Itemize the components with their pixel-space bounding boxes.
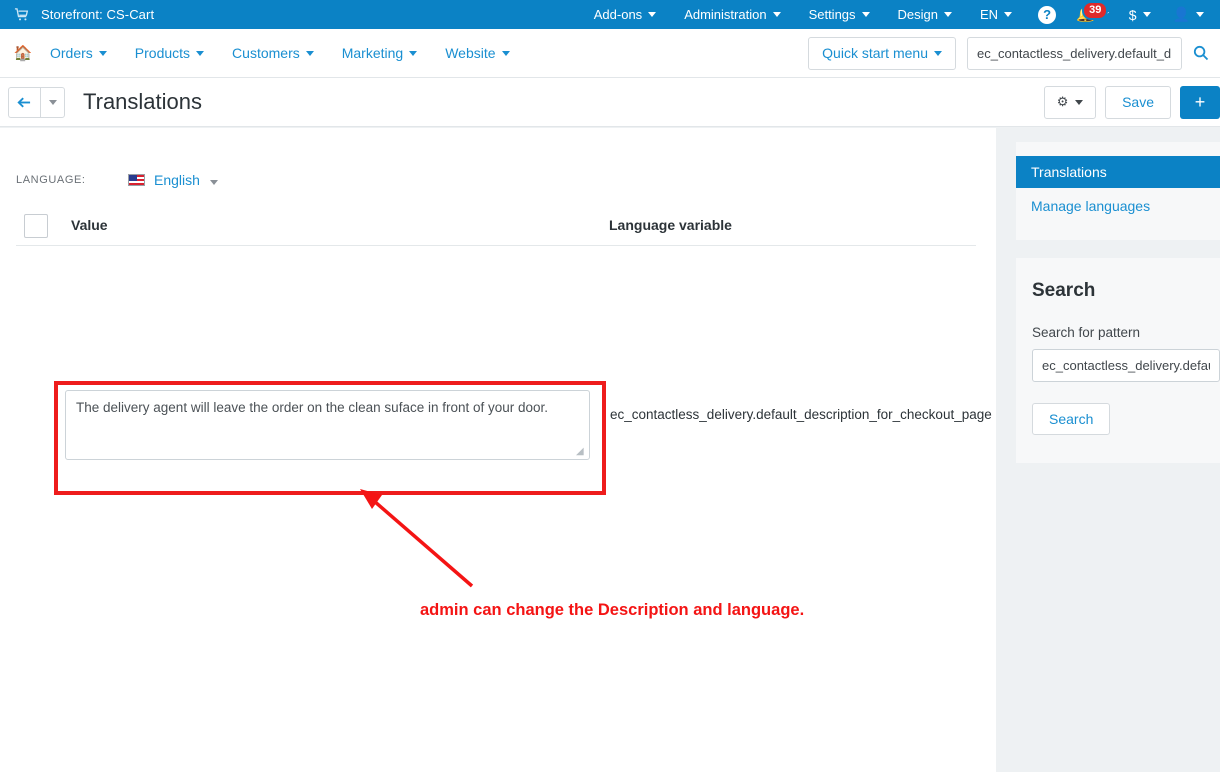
currency-symbol: $ — [1128, 6, 1137, 23]
page-actions: ⚙ Save + — [1044, 78, 1220, 127]
nav-item-marketing-label: Marketing — [341, 45, 404, 61]
global-search-input[interactable]: ec_contactless_delivery.default_d — [967, 36, 1182, 70]
help-icon[interactable]: ? — [1038, 5, 1057, 24]
navigation-right-group: Quick start menu ec_contactless_delivery… — [808, 36, 1220, 70]
nav-item-products[interactable]: Products — [121, 29, 218, 77]
search-pattern-label: Search for pattern — [1032, 325, 1141, 340]
chevron-down-icon — [196, 50, 205, 56]
top-menu-design[interactable]: Design — [884, 0, 966, 29]
chevron-down-icon — [934, 50, 942, 56]
nav-item-orders-label: Orders — [50, 45, 93, 61]
chevron-down-icon — [772, 12, 781, 17]
nav-item-customers[interactable]: Customers — [218, 29, 328, 77]
currency-selector[interactable]: $ — [1115, 7, 1161, 23]
user-icon: 👤 — [1172, 6, 1190, 22]
app-root: Storefront: CS-Cart Add-ons Administrati… — [0, 0, 1220, 772]
search-panel-title: Search — [1032, 280, 1096, 301]
chevron-down-icon — [501, 50, 510, 56]
chevron-down-icon — [1196, 12, 1204, 17]
page-title: Translations — [83, 89, 203, 114]
right-sidebar: Translations Manage languages Search Sea… — [1016, 128, 1220, 772]
top-bar: Storefront: CS-Cart Add-ons Administrati… — [0, 0, 1220, 29]
storefront-name: Storefront: CS-Cart — [41, 7, 155, 22]
language-selector-row: LANGUAGE: English — [0, 172, 996, 188]
main-content: LANGUAGE: English Value Language variabl… — [0, 128, 996, 772]
settings-dropdown-button[interactable]: ⚙ — [1044, 85, 1097, 119]
chevron-down-icon — [1075, 99, 1084, 105]
column-header-language-variable: Language variable — [609, 217, 732, 233]
translation-value-input[interactable] — [65, 390, 590, 460]
annotation-arrow — [360, 489, 474, 588]
chevron-down-icon — [305, 50, 314, 56]
top-bar-right-group: Add-ons Administration Settings Design E… — [580, 0, 1220, 29]
gear-icon: ⚙ — [1056, 94, 1069, 109]
chevron-down-icon — [861, 12, 870, 17]
top-menu-settings-label: Settings — [808, 7, 856, 22]
top-menu-design-label: Design — [897, 7, 939, 22]
sidebar-item-translations[interactable]: Translations — [1016, 156, 1220, 188]
top-menu-administration[interactable]: Administration — [670, 0, 794, 29]
back-button[interactable] — [8, 86, 40, 118]
chevron-down-icon — [409, 50, 418, 56]
sidebar-nav-panel: Translations Manage languages — [1016, 142, 1220, 240]
us-flag-icon — [128, 174, 145, 186]
language-value[interactable]: English — [154, 172, 218, 188]
notifications-button[interactable]: 🔔 39 — [1066, 1, 1115, 22]
quick-start-menu-label: Quick start menu — [822, 45, 928, 61]
nav-item-products-label: Products — [134, 45, 191, 61]
chevron-down-icon — [648, 12, 657, 17]
column-header-value: Value — [71, 217, 108, 233]
search-submit-button[interactable]: Search — [1032, 403, 1111, 435]
nav-item-website[interactable]: Website — [431, 29, 523, 77]
top-menu-administration-label: Administration — [684, 7, 767, 22]
nav-item-orders[interactable]: Orders — [36, 29, 121, 77]
notification-badge: 39 — [1082, 1, 1109, 21]
search-icon[interactable] — [1182, 45, 1220, 61]
top-menu-add-ons[interactable]: Add-ons — [580, 0, 670, 29]
nav-item-marketing[interactable]: Marketing — [328, 29, 431, 77]
language-value-label: English — [154, 172, 200, 188]
sidebar-item-manage-languages[interactable]: Manage languages — [1016, 188, 1220, 222]
language-variable-value: ec_contactless_delivery.default_descript… — [610, 407, 992, 422]
page-title-bar: Translations ⚙ Save + — [0, 78, 1220, 127]
translations-table-header: Value Language variable — [16, 214, 976, 246]
user-menu[interactable]: 👤 — [1161, 6, 1220, 23]
main-navigation-bar: 🏠 Orders Products Customers Marketing We… — [0, 29, 1220, 78]
select-all-checkbox[interactable] — [24, 214, 48, 238]
chevron-down-icon — [98, 50, 107, 56]
chevron-down-icon — [944, 12, 953, 17]
chevron-down-icon — [1004, 12, 1013, 17]
shopping-cart-icon — [12, 6, 30, 24]
annotation-caption: admin can change the Description and lan… — [420, 601, 805, 619]
nav-item-customers-label: Customers — [232, 45, 300, 61]
save-button[interactable]: Save — [1105, 85, 1171, 119]
add-button[interactable]: + — [1180, 85, 1220, 119]
chevron-down-icon — [48, 99, 57, 105]
nav-item-website-label: Website — [445, 45, 496, 61]
chevron-down-icon — [1142, 12, 1151, 17]
top-menu-language[interactable]: EN — [966, 0, 1026, 29]
back-dropdown-button[interactable] — [40, 86, 65, 118]
top-menu-language-label: EN — [980, 7, 999, 22]
top-menu-add-ons-label: Add-ons — [593, 7, 643, 22]
back-button-group — [8, 86, 65, 118]
quick-start-menu-button[interactable]: Quick start menu — [808, 36, 956, 70]
sidebar-search-panel: Search Search for pattern Search — [1016, 258, 1220, 463]
chevron-down-icon — [209, 180, 218, 185]
global-search-value: ec_contactless_delivery.default_d — [977, 45, 1172, 61]
language-label: LANGUAGE: — [16, 174, 86, 186]
search-pattern-input[interactable] — [1032, 349, 1220, 382]
home-icon[interactable]: 🏠 — [10, 44, 36, 62]
top-menu-settings[interactable]: Settings — [795, 0, 884, 29]
